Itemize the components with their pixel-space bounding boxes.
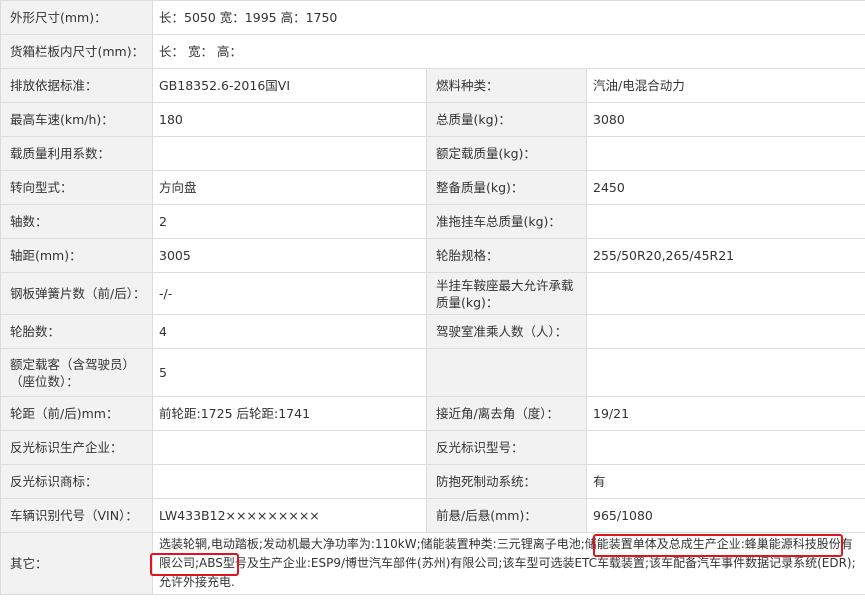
field-value: 5 xyxy=(152,348,427,397)
field-value: 4 xyxy=(152,314,427,349)
field-label: 钢板弹簧片数（前/后）： xyxy=(0,272,153,315)
field-value: GB18352.6-2016国VI xyxy=(152,68,427,103)
table-row: 外形尺寸(mm)： 长：5050 宽：1995 高：1750 xyxy=(0,0,865,35)
field-label xyxy=(426,348,587,397)
field-label: 反光标识商标： xyxy=(0,464,153,499)
field-value: 3080 xyxy=(586,102,865,137)
field-label: 货箱栏板内尺寸(mm)： xyxy=(0,34,153,69)
field-value xyxy=(152,464,427,499)
table-row: 排放依据标准： GB18352.6-2016国VI 燃料种类： 汽油/电混合动力 xyxy=(0,68,865,103)
field-label: 反光标识型号： xyxy=(426,430,587,465)
table-row: 反光标识生产企业： 反光标识型号： xyxy=(0,430,865,465)
table-row: 轮距（前/后)mm： 前轮距:1725 后轮距:1741 接近角/离去角（度）： 19… xyxy=(0,396,865,431)
field-label: 转向型式： xyxy=(0,170,153,205)
highlight-box-2 xyxy=(150,553,239,576)
table-row-other: 其它： 选装轮辋,电动踏板;发动机最大净功率为:110kW;储能装置种类:三元锂离… xyxy=(0,532,865,595)
field-label: 燃料种类： xyxy=(426,68,587,103)
field-value: 19/21 xyxy=(586,396,865,431)
field-label: 轮胎规格： xyxy=(426,238,587,273)
field-value: LW433B12××××××××× xyxy=(152,498,427,533)
field-value: 汽油/电混合动力 xyxy=(586,68,865,103)
field-value xyxy=(586,314,865,349)
field-label: 前悬/后悬(mm)： xyxy=(426,498,587,533)
field-value: 965/1080 xyxy=(586,498,865,533)
table-row: 车辆识别代号（VIN）： LW433B12××××××××× 前悬/后悬(mm)： 9… xyxy=(0,498,865,533)
table-row: 轴数： 2 准拖挂车总质量(kg)： xyxy=(0,204,865,239)
field-label: 准拖挂车总质量(kg)： xyxy=(426,204,587,239)
field-label: 轮胎数： xyxy=(0,314,153,349)
table-row: 轴距(mm)： 3005 轮胎规格： 255/50R20,265/45R21 xyxy=(0,238,865,273)
field-value: 2 xyxy=(152,204,427,239)
field-value: 前轮距:1725 后轮距:1741 xyxy=(152,396,427,431)
table-row: 载质量利用系数： 额定载质量(kg)： xyxy=(0,136,865,171)
field-label: 总质量(kg)： xyxy=(426,102,587,137)
table-row: 最高车速(km/h)： 180 总质量(kg)： 3080 xyxy=(0,102,865,137)
table-row: 转向型式： 方向盘 整备质量(kg)： 2450 xyxy=(0,170,865,205)
table-row: 钢板弹簧片数（前/后）： -/- 半挂车鞍座最大允许承载质量(kg)： xyxy=(0,272,865,315)
field-value: 2450 xyxy=(586,170,865,205)
field-label: 接近角/离去角（度）： xyxy=(426,396,587,431)
field-label: 车辆识别代号（VIN）： xyxy=(0,498,153,533)
field-label: 载质量利用系数： xyxy=(0,136,153,171)
field-value xyxy=(586,430,865,465)
table-row: 额定载客（含驾驶员）（座位数）： 5 xyxy=(0,348,865,397)
field-value: 255/50R20,265/45R21 xyxy=(586,238,865,273)
field-label: 排放依据标准： xyxy=(0,68,153,103)
field-value: 长： 宽： 高： xyxy=(152,34,865,69)
field-label: 轮距（前/后)mm： xyxy=(0,396,153,431)
field-value xyxy=(586,348,865,397)
field-label: 轴数： xyxy=(0,204,153,239)
table-row: 轮胎数： 4 驾驶室准乘人数（人）： xyxy=(0,314,865,349)
other-label: 其它： xyxy=(0,532,153,595)
field-value: 180 xyxy=(152,102,427,137)
field-value: 有 xyxy=(586,464,865,499)
field-value: 长：5050 宽：1995 高：1750 xyxy=(152,0,865,35)
table-row: 货箱栏板内尺寸(mm)： 长： 宽： 高： xyxy=(0,34,865,69)
field-label: 外形尺寸(mm)： xyxy=(0,0,153,35)
field-label: 反光标识生产企业： xyxy=(0,430,153,465)
field-value xyxy=(586,272,865,315)
field-label: 驾驶室准乘人数（人）： xyxy=(426,314,587,349)
field-value: -/- xyxy=(152,272,427,315)
field-value xyxy=(586,204,865,239)
highlight-box-1 xyxy=(593,534,843,557)
field-label: 额定载客（含驾驶员）（座位数）： xyxy=(0,348,153,397)
other-value: 选装轮辋,电动踏板;发动机最大净功率为:110kW;储能装置种类:三元锂离子电池… xyxy=(150,532,865,595)
vehicle-spec-table: 外形尺寸(mm)： 长：5050 宽：1995 高：1750 货箱栏板内尺寸(mm)… xyxy=(0,0,865,595)
field-label: 额定载质量(kg)： xyxy=(426,136,587,171)
table-row: 反光标识商标： 防抱死制动系统：有 xyxy=(0,464,865,499)
field-value xyxy=(586,136,865,171)
field-label: 防抱死制动系统： xyxy=(426,464,587,499)
field-label: 整备质量(kg)： xyxy=(426,170,587,205)
field-value xyxy=(152,430,427,465)
field-label: 半挂车鞍座最大允许承载质量(kg)： xyxy=(426,272,587,315)
field-label: 最高车速(km/h)： xyxy=(0,102,153,137)
field-value: 3005 xyxy=(152,238,427,273)
field-value: 方向盘 xyxy=(152,170,427,205)
field-label: 轴距(mm)： xyxy=(0,238,153,273)
field-value xyxy=(152,136,427,171)
